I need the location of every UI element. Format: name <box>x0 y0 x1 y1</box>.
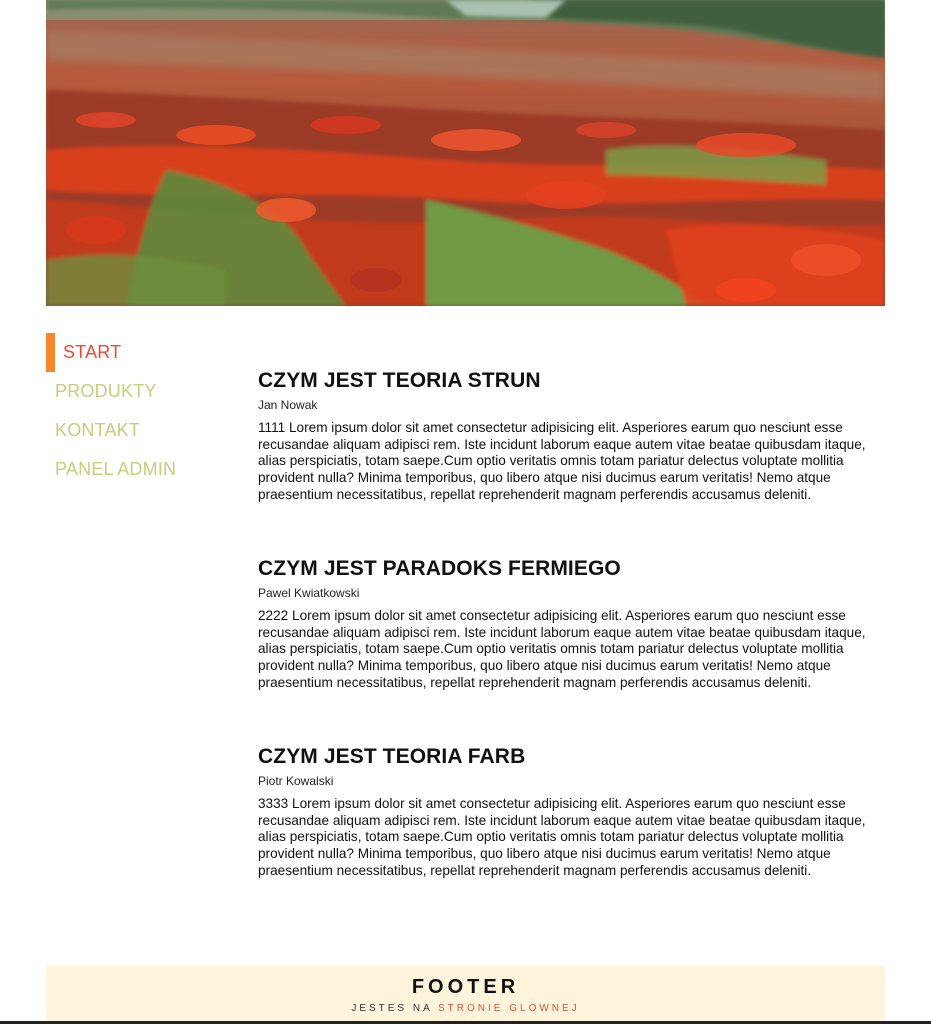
article: CZYM JEST PARADOKS FERMIEGO Pawel Kwiatk… <box>258 556 878 744</box>
article-author: Pawel Kwiatkowski <box>258 586 360 600</box>
article: CZYM JEST TEORIA STRUN Jan Nowak 1111 Lo… <box>258 368 878 556</box>
nav-item-panel-admin[interactable]: PANEL ADMIN <box>46 450 226 489</box>
hero-image-poppy-field <box>46 0 885 306</box>
article-title: CZYM JEST TEORIA STRUN <box>258 369 541 392</box>
article: CZYM JEST TEORIA FARB Piotr Kowalski 333… <box>258 744 878 932</box>
article-body: 1111 Lorem ipsum dolor sit amet consecte… <box>258 420 866 502</box>
article-author: Jan Nowak <box>258 398 318 412</box>
footer-sub-prefix: JESTES NA <box>351 1003 433 1014</box>
article-author: Piotr Kowalski <box>258 774 334 788</box>
article-body: 3333 Lorem ipsum dolor sit amet consecte… <box>258 796 866 878</box>
article-body: 2222 Lorem ipsum dolor sit amet consecte… <box>258 608 866 690</box>
footer-title: FOOTER <box>411 976 520 998</box>
footer-sub-highlight: STRONIE GLOWNEJ <box>438 1003 580 1014</box>
nav-item-kontakt[interactable]: KONTAKT <box>46 411 226 450</box>
nav-item-start[interactable]: START <box>46 333 226 372</box>
articles-list: CZYM JEST TEORIA STRUN Jan Nowak 1111 Lo… <box>258 368 878 932</box>
page: START PRODUKTY KONTAKT PANEL ADMIN CZYM … <box>0 0 931 1024</box>
footer-subtitle: JESTES NA STRONIE GLOWNEJ <box>46 1002 885 1016</box>
nav-item-produkty[interactable]: PRODUKTY <box>46 372 226 411</box>
footer: FOOTER JESTES NA STRONIE GLOWNEJ <box>46 966 885 1024</box>
main-nav: START PRODUKTY KONTAKT PANEL ADMIN <box>46 333 226 489</box>
article-title: CZYM JEST PARADOKS FERMIEGO <box>258 557 621 580</box>
article-title: CZYM JEST TEORIA FARB <box>258 745 526 768</box>
